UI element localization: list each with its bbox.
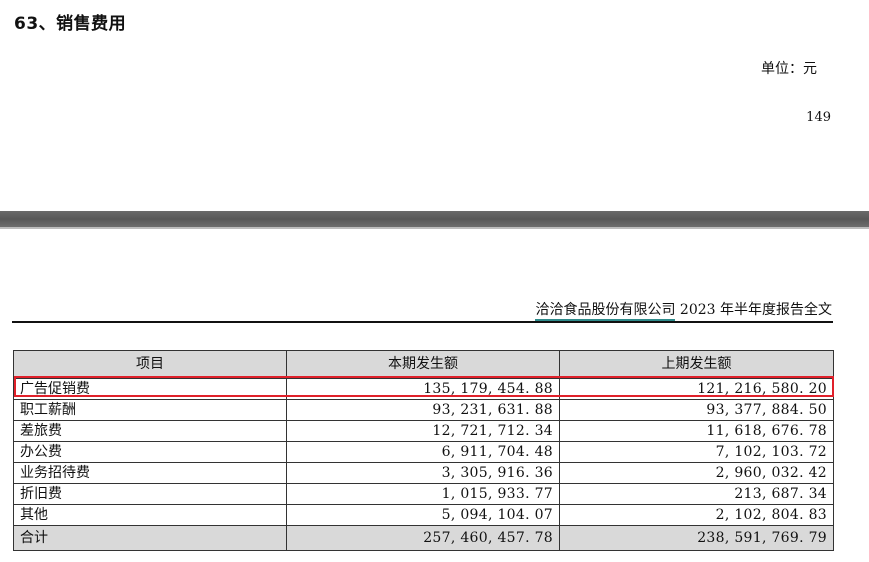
- row-current: 1, 015, 933. 77: [286, 483, 560, 505]
- row-current: 135, 179, 454. 88: [286, 378, 560, 400]
- column-header-current: 本期发生额: [286, 350, 560, 379]
- table-row: 业务招待费 3, 305, 916. 36 2, 960, 032. 42: [13, 462, 834, 484]
- document-page: 63、销售费用 单位：元 149 洽洽食品股份有限公司 2023 年半年度报告全…: [0, 0, 869, 562]
- section-title: 63、销售费用: [14, 14, 127, 34]
- table-total-row: 合计 257, 460, 457. 78 238, 591, 769. 79: [13, 525, 834, 551]
- row-current: 6, 911, 704. 48: [286, 441, 560, 463]
- report-header: 洽洽食品股份有限公司 2023 年半年度报告全文: [535, 299, 832, 321]
- row-current: 3, 305, 916. 36: [286, 462, 560, 484]
- row-item: 其他: [13, 504, 287, 526]
- row-current: 5, 094, 104. 07: [286, 504, 560, 526]
- total-previous: 238, 591, 769. 79: [559, 525, 834, 551]
- company-name: 洽洽食品股份有限公司: [535, 302, 676, 321]
- unit-label: 单位：元: [761, 61, 817, 77]
- column-header-previous: 上期发生额: [559, 350, 834, 379]
- row-previous: 93, 377, 884. 50: [559, 399, 834, 421]
- row-item: 业务招待费: [13, 462, 287, 484]
- row-previous: 7, 102, 103. 72: [559, 441, 834, 463]
- row-current: 93, 231, 631. 88: [286, 399, 560, 421]
- report-title: 2023 年半年度报告全文: [675, 302, 832, 318]
- row-item: 折旧费: [13, 483, 287, 505]
- row-item: 职工薪酬: [13, 399, 287, 421]
- row-previous: 2, 102, 804. 83: [559, 504, 834, 526]
- table-row: 办公费 6, 911, 704. 48 7, 102, 103. 72: [13, 441, 834, 463]
- expense-table: 项目 本期发生额 上期发生额 广告促销费 135, 179, 454. 88 1…: [13, 350, 834, 551]
- row-previous: 11, 618, 676. 78: [559, 420, 834, 442]
- page-divider: [0, 211, 869, 229]
- table-header-row: 项目 本期发生额 上期发生额: [13, 350, 834, 379]
- column-header-item: 项目: [13, 350, 287, 379]
- table-row: 其他 5, 094, 104. 07 2, 102, 804. 83: [13, 504, 834, 526]
- row-previous: 2, 960, 032. 42: [559, 462, 834, 484]
- table-row: 折旧费 1, 015, 933. 77 213, 687. 34: [13, 483, 834, 505]
- row-item: 办公费: [13, 441, 287, 463]
- table-row: 职工薪酬 93, 231, 631. 88 93, 377, 884. 50: [13, 399, 834, 421]
- row-item: 差旅费: [13, 420, 287, 442]
- row-previous: 121, 216, 580. 20: [559, 378, 834, 400]
- header-rule: [12, 321, 833, 323]
- total-item: 合计: [13, 525, 287, 551]
- row-current: 12, 721, 712. 34: [286, 420, 560, 442]
- table-row: 差旅费 12, 721, 712. 34 11, 618, 676. 78: [13, 420, 834, 442]
- total-current: 257, 460, 457. 78: [286, 525, 560, 551]
- row-item: 广告促销费: [13, 378, 287, 400]
- page-number: 149: [806, 110, 831, 125]
- table-row: 广告促销费 135, 179, 454. 88 121, 216, 580. 2…: [13, 378, 834, 400]
- row-previous: 213, 687. 34: [559, 483, 834, 505]
